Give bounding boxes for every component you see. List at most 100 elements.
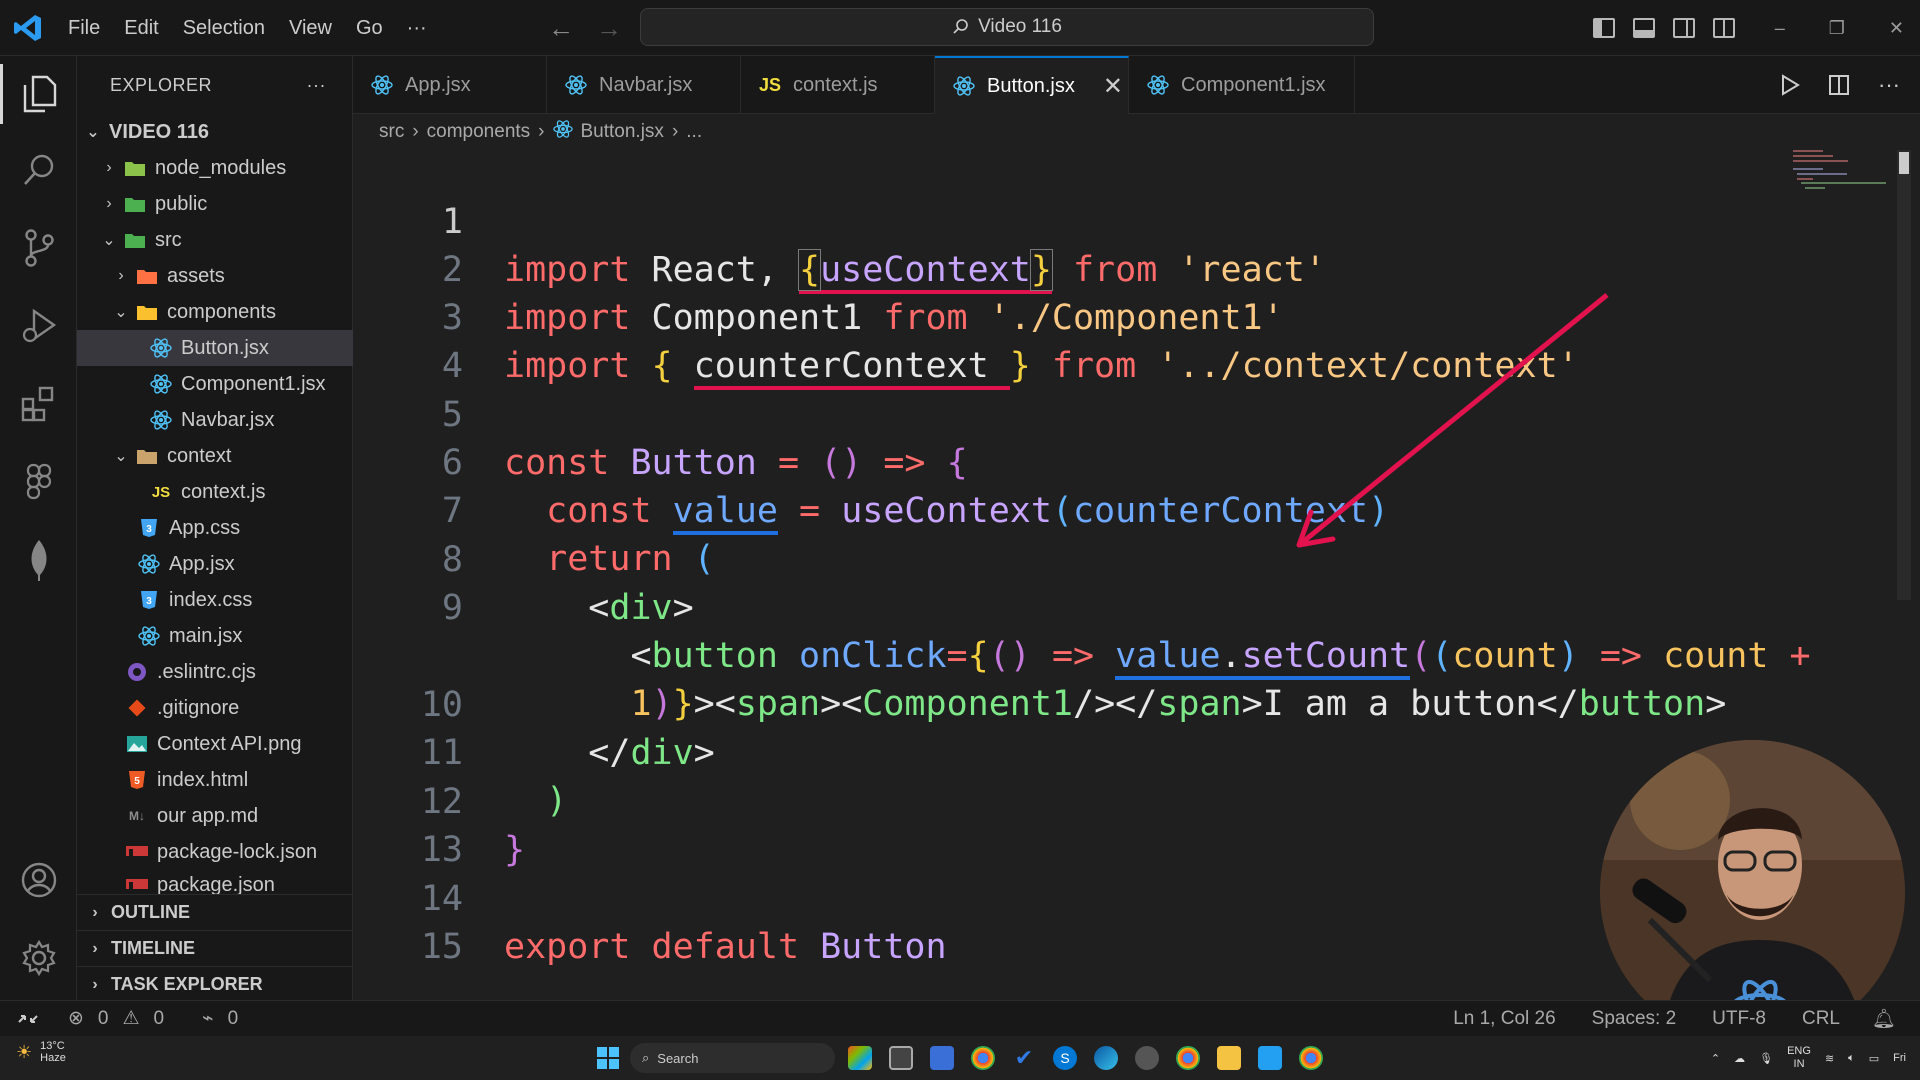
more-actions-icon[interactable]: ··· <box>1878 72 1900 98</box>
tree-item-src[interactable]: ⌄ src <box>77 222 353 258</box>
battery-icon[interactable]: ▭ <box>1869 1052 1879 1065</box>
mongodb-leaf-icon[interactable] <box>0 530 77 590</box>
problems-indicator[interactable]: ⊗ 0 ⚠ 0 ⌁ 0 <box>68 1007 238 1030</box>
restore-icon[interactable]: ❐ <box>1829 18 1845 39</box>
settings-app-icon[interactable] <box>1135 1046 1159 1070</box>
language-indicator[interactable]: ENG IN <box>1787 1045 1811 1071</box>
menu-edit[interactable]: Edit <box>112 0 170 56</box>
copilot-icon[interactable] <box>848 1046 872 1070</box>
editor-actions: ··· <box>1780 56 1900 114</box>
outline-section[interactable]: › OUTLINE <box>77 894 353 930</box>
vertical-scrollbar[interactable] <box>1897 150 1911 600</box>
breadcrumb-components[interactable]: components <box>427 121 531 143</box>
skype-icon[interactable]: S <box>1053 1046 1077 1070</box>
chrome-profile-icon[interactable] <box>1176 1046 1200 1070</box>
extensions-icon[interactable] <box>0 374 77 434</box>
todo-check-icon[interactable]: ✔ <box>1012 1046 1036 1070</box>
clock-day[interactable]: Fri <box>1893 1052 1906 1064</box>
tab-app-jsx[interactable]: App.jsx <box>353 56 547 114</box>
customize-layout-icon[interactable] <box>1712 18 1735 38</box>
settings-gear-icon[interactable] <box>0 928 77 988</box>
chrome-dev-icon[interactable] <box>1299 1046 1323 1070</box>
split-editor-icon[interactable] <box>1828 74 1850 96</box>
edge-icon[interactable] <box>1094 1046 1118 1070</box>
end-of-line[interactable]: CRL <box>1802 1008 1840 1030</box>
explorer-icon[interactable] <box>0 64 77 124</box>
breadcrumb-src[interactable]: src <box>379 121 404 143</box>
tree-item-components[interactable]: ⌄ components <box>77 294 353 330</box>
menu-more[interactable]: ··· <box>395 0 439 56</box>
source-control-icon[interactable] <box>0 218 77 278</box>
chrome-icon[interactable] <box>971 1046 995 1070</box>
tray-overflow-icon[interactable]: ⌃ <box>1711 1052 1720 1065</box>
wifi-icon[interactable]: ≋ <box>1825 1052 1834 1065</box>
tree-item-main-jsx[interactable]: main.jsx <box>77 618 353 654</box>
close-tab-icon[interactable]: ✕ <box>1103 72 1123 101</box>
tree-item-index-html[interactable]: 5 index.html <box>77 762 353 798</box>
tree-item-gitignore[interactable]: .gitignore <box>77 690 353 726</box>
close-window-icon[interactable]: ✕ <box>1889 18 1904 39</box>
tab-context-js[interactable]: JS context.js <box>741 56 935 114</box>
folder-node-icon <box>123 156 147 180</box>
volume-icon[interactable]: 🔈︎ <box>1848 1052 1855 1065</box>
remote-indicator-icon[interactable] <box>0 1001 56 1037</box>
menu-selection[interactable]: Selection <box>171 0 277 56</box>
indentation[interactable]: Spaces: 2 <box>1592 1008 1677 1030</box>
command-center[interactable]: Video 116 <box>640 8 1374 46</box>
onedrive-icon[interactable]: ☁ <box>1734 1052 1745 1065</box>
explorer-header: EXPLORER ··· <box>77 56 352 114</box>
tree-item-index-css[interactable]: 3 index.css <box>77 582 353 618</box>
tree-item-context-api-png[interactable]: Context API.png <box>77 726 353 762</box>
forward-arrow-icon[interactable]: → <box>596 13 622 44</box>
tab-component1-jsx[interactable]: Component1.jsx <box>1129 56 1355 114</box>
tree-item-node-modules[interactable]: › node_modules <box>77 150 353 186</box>
tree-item-eslintrc[interactable]: .eslintrc.cjs <box>77 654 353 690</box>
tree-item-button-jsx[interactable]: Button.jsx <box>77 330 353 366</box>
menu-file[interactable]: File <box>56 0 112 56</box>
figma-icon[interactable] <box>0 452 77 512</box>
account-icon[interactable] <box>0 850 77 910</box>
scrollbar-thumb[interactable] <box>1899 152 1909 174</box>
menu-view[interactable]: View <box>277 0 344 56</box>
tab-navbar-jsx[interactable]: Navbar.jsx <box>547 56 741 114</box>
minimize-icon[interactable]: – <box>1775 18 1785 39</box>
run-debug-icon[interactable] <box>0 296 77 356</box>
calendar-icon[interactable] <box>930 1046 954 1070</box>
tree-item-component1-jsx[interactable]: Component1.jsx <box>77 366 353 402</box>
tree-item-package-lock[interactable]: package-lock.json <box>77 834 353 870</box>
tree-item-our-app-md[interactable]: M↓ our app.md <box>77 798 353 834</box>
task-view-icon[interactable] <box>889 1046 913 1070</box>
timeline-section[interactable]: › TIMELINE <box>77 930 353 966</box>
taskbar-search[interactable]: ⌕ Search <box>630 1043 835 1073</box>
encoding[interactable]: UTF-8 <box>1712 1008 1766 1030</box>
notifications-bell-icon[interactable]: 🔔︎ <box>1872 1007 1896 1031</box>
run-icon[interactable] <box>1780 74 1800 96</box>
explorer-more-button[interactable]: ··· <box>307 75 326 96</box>
search-icon[interactable] <box>0 140 77 200</box>
cursor-position[interactable]: Ln 1, Col 26 <box>1453 1008 1555 1030</box>
tree-item-context-js[interactable]: JS context.js <box>77 474 353 510</box>
windows-start-icon[interactable] <box>596 1046 620 1075</box>
microphone-icon[interactable]: 🎙︎ <box>1759 1052 1773 1065</box>
tree-item-assets[interactable]: › assets <box>77 258 353 294</box>
tree-item-app-jsx[interactable]: App.jsx <box>77 546 353 582</box>
breadcrumb-symbol[interactable]: ... <box>686 121 702 143</box>
minimap[interactable] <box>1791 150 1891 210</box>
menu-go[interactable]: Go <box>344 0 395 56</box>
workspace-root[interactable]: ⌄ VIDEO 116 <box>77 114 353 150</box>
back-arrow-icon[interactable]: ← <box>548 13 574 44</box>
tree-item-navbar-jsx[interactable]: Navbar.jsx <box>77 402 353 438</box>
npm-icon <box>125 840 149 864</box>
tab-button-jsx[interactable]: Button.jsx ✕ <box>935 56 1129 114</box>
vscode-taskbar-icon[interactable] <box>1258 1046 1282 1070</box>
weather-widget[interactable]: ☀ 13°C Haze <box>16 1040 66 1064</box>
breadcrumb-button-jsx[interactable]: Button.jsx <box>581 121 664 143</box>
toggle-panel-icon[interactable] <box>1632 18 1655 38</box>
tree-item-public[interactable]: › public <box>77 186 353 222</box>
tree-item-context-folder[interactable]: ⌄ context <box>77 438 353 474</box>
file-explorer-icon[interactable] <box>1217 1046 1241 1070</box>
tree-item-app-css[interactable]: 3 App.css <box>77 510 353 546</box>
task-explorer-section[interactable]: › TASK EXPLORER <box>77 966 353 1002</box>
toggle-sidebar-icon[interactable] <box>1592 18 1615 38</box>
toggle-secondary-sidebar-icon[interactable] <box>1672 18 1695 38</box>
